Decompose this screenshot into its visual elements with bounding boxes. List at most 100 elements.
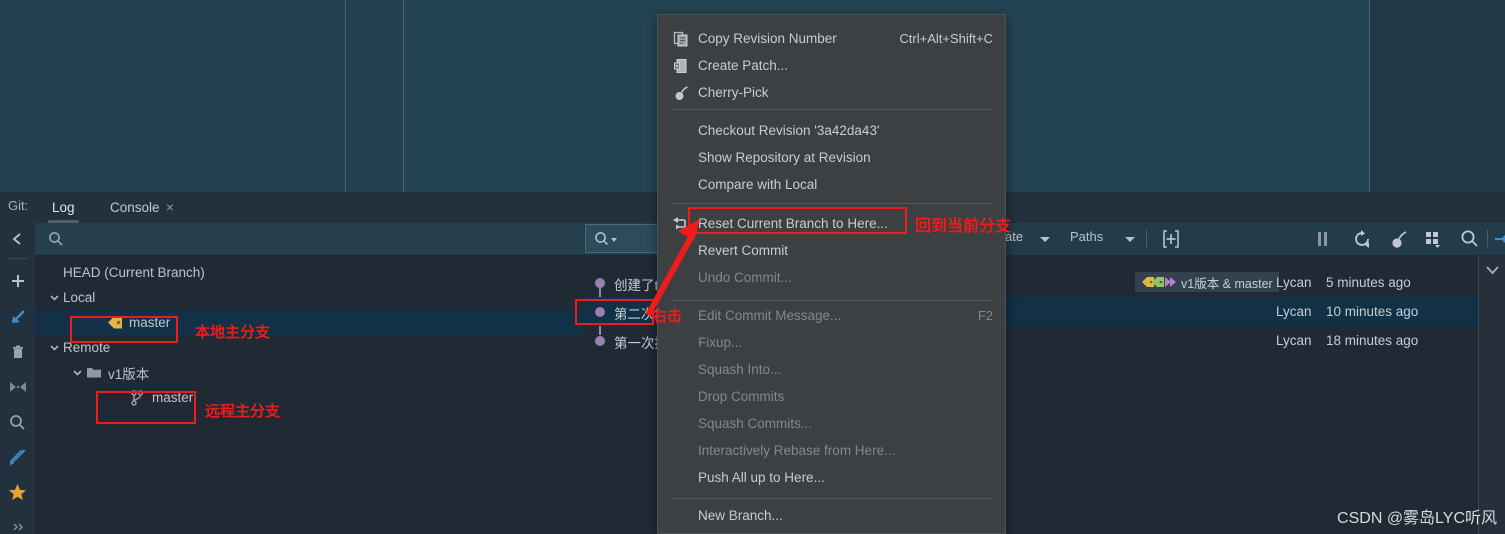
commit-author: Lycan xyxy=(1276,275,1312,290)
menu-item-label: Squash Commits... xyxy=(698,416,813,431)
annotation-arrow xyxy=(645,219,700,317)
star-icon[interactable] xyxy=(0,476,35,508)
menu-item-label: Fixup... xyxy=(698,335,743,350)
menu-drop-commits: Drop Commits xyxy=(658,383,1005,410)
commit-author: Lycan xyxy=(1276,304,1312,319)
refresh-icon[interactable] xyxy=(1352,229,1372,254)
search-icon[interactable] xyxy=(1460,229,1480,254)
menu-create-patch[interactable]: Create Patch... xyxy=(658,52,1005,79)
editor-divider-3 xyxy=(1369,0,1370,192)
back-chevron-icon[interactable] xyxy=(0,223,35,255)
chevron-down-icon[interactable] xyxy=(1484,263,1501,281)
menu-item-label: Compare with Local xyxy=(698,177,818,192)
tab-log[interactable]: Log xyxy=(40,192,87,223)
copy-icon xyxy=(672,30,690,48)
annotation-box-reset-menu-item xyxy=(688,207,907,234)
menu-separator xyxy=(672,498,991,499)
menu-separator xyxy=(672,203,991,204)
menu-compare-with-local[interactable]: Compare with Local xyxy=(658,171,1005,198)
ref-tag-icon xyxy=(1142,277,1176,287)
tree-label: HEAD (Current Branch) xyxy=(63,265,205,280)
layout-grid-icon[interactable] xyxy=(1423,229,1443,254)
menu-item-label: Show Repository at Revision xyxy=(698,150,871,165)
folder-icon xyxy=(86,366,108,379)
menu-item-label: Create Patch... xyxy=(698,58,789,73)
search-icon xyxy=(49,232,63,246)
pause-icon[interactable] xyxy=(1313,229,1331,254)
menu-checkout-revision[interactable]: Checkout Revision '3a42da43' xyxy=(658,117,1005,144)
menu-separator xyxy=(672,109,991,110)
patch-icon xyxy=(672,57,690,75)
commit-date: 10 minutes ago xyxy=(1326,304,1419,319)
editor-divider-2 xyxy=(403,0,404,192)
chevrons-right-icon[interactable] xyxy=(0,511,35,534)
paths-filter-label[interactable]: Paths xyxy=(1070,229,1103,244)
commit-date: 5 minutes ago xyxy=(1326,275,1411,290)
commit-date: 18 minutes ago xyxy=(1326,333,1419,348)
editor-divider-1 xyxy=(345,0,346,192)
menu-item-label: Checkout Revision '3a42da43' xyxy=(698,123,880,138)
chevron-down-icon[interactable] xyxy=(48,291,63,304)
annotation-local-branch-note: 本地主分支 xyxy=(195,324,271,341)
chevron-down-icon[interactable] xyxy=(1040,237,1050,242)
chevron-down-icon[interactable] xyxy=(48,341,63,354)
tree-label: Local xyxy=(63,290,96,305)
editor-pane-right xyxy=(1370,0,1505,192)
tree-label: v1版本 xyxy=(108,366,150,382)
annotation-reset-note: 回到当前分支 xyxy=(915,218,1012,235)
left-toolbar-rail xyxy=(0,223,35,534)
menu-fixup: Fixup... xyxy=(658,329,1005,356)
tab-console-label: Console xyxy=(110,200,160,215)
editor-pane-gutter xyxy=(346,0,403,192)
search-icon[interactable] xyxy=(0,406,35,438)
arrow-down-left-icon[interactable] xyxy=(0,301,35,333)
commit-details-pane xyxy=(1478,255,1505,534)
rail-divider xyxy=(7,258,28,259)
menu-interactively-rebase-from-here: Interactively Rebase from Here... xyxy=(658,437,1005,464)
editor-pane-left xyxy=(0,0,345,192)
tab-log-label: Log xyxy=(52,200,75,215)
search-input[interactable] xyxy=(35,223,584,254)
commit-refs[interactable]: v1版本 & master xyxy=(1135,272,1279,292)
add-icon[interactable] xyxy=(0,265,35,297)
watermark: CSDN @雾岛LYC听风 xyxy=(1337,510,1497,527)
menu-new-branch[interactable]: New Branch... xyxy=(658,502,1005,529)
menu-item-label: Interactively Rebase from Here... xyxy=(698,443,896,458)
commit-refs-label: v1版本 & master xyxy=(1181,276,1273,291)
menu-item-label: Drop Commits xyxy=(698,389,785,404)
menu-item-accelerator: Ctrl+Alt+Shift+C xyxy=(899,31,993,46)
tree-row-head[interactable]: HEAD (Current Branch) xyxy=(35,260,584,285)
menu-cherry-pick[interactable]: Cherry-Pick xyxy=(658,79,1005,106)
tab-console[interactable]: Console xyxy=(98,192,172,223)
collapse-pane-icon[interactable] xyxy=(1493,229,1505,254)
pencil-square-icon[interactable] xyxy=(0,441,35,473)
cherry-icon xyxy=(672,84,690,102)
menu-item-label: Copy Revision Number xyxy=(698,31,837,46)
tree-row-remote-folder-v1[interactable]: v1版本 xyxy=(35,360,584,385)
annotation-remote-branch-note: 远程主分支 xyxy=(205,403,281,420)
annotation-box-remote-master xyxy=(96,391,196,424)
menu-squash-commits: Squash Commits... xyxy=(658,410,1005,437)
log-filter-bar: ate Paths xyxy=(960,223,1505,256)
collapse-arrows-icon[interactable] xyxy=(0,371,35,403)
menu-show-repository-at-revision[interactable]: Show Repository at Revision xyxy=(658,144,1005,171)
chevron-down-icon[interactable] xyxy=(1125,237,1135,242)
annotation-box-local-master xyxy=(70,316,178,343)
menu-item-accelerator: F2 xyxy=(977,308,993,323)
menu-item-label: Cherry-Pick xyxy=(698,85,769,100)
menu-item-label: Squash Into... xyxy=(698,362,782,377)
trash-icon[interactable] xyxy=(0,336,35,368)
close-icon[interactable]: × xyxy=(163,200,177,214)
cherry-pick-icon[interactable] xyxy=(1388,229,1408,254)
menu-item-label: Push All up to Here... xyxy=(698,470,825,485)
bracket-plus-icon[interactable] xyxy=(1160,229,1182,254)
menu-copy-revision-number[interactable]: Copy Revision Number Ctrl+Alt+Shift+C xyxy=(658,25,1005,52)
chevron-down-icon[interactable] xyxy=(71,366,86,379)
menu-push-all-up-to-here[interactable]: Push All up to Here... xyxy=(658,464,1005,491)
git-label: Git: xyxy=(8,198,29,213)
menu-squash-into: Squash Into... xyxy=(658,356,1005,383)
commit-dot-icon xyxy=(595,336,605,346)
menu-item-label: New Branch... xyxy=(698,508,783,523)
tree-row-local-group[interactable]: Local xyxy=(35,285,584,310)
commit-author: Lycan xyxy=(1276,333,1312,348)
